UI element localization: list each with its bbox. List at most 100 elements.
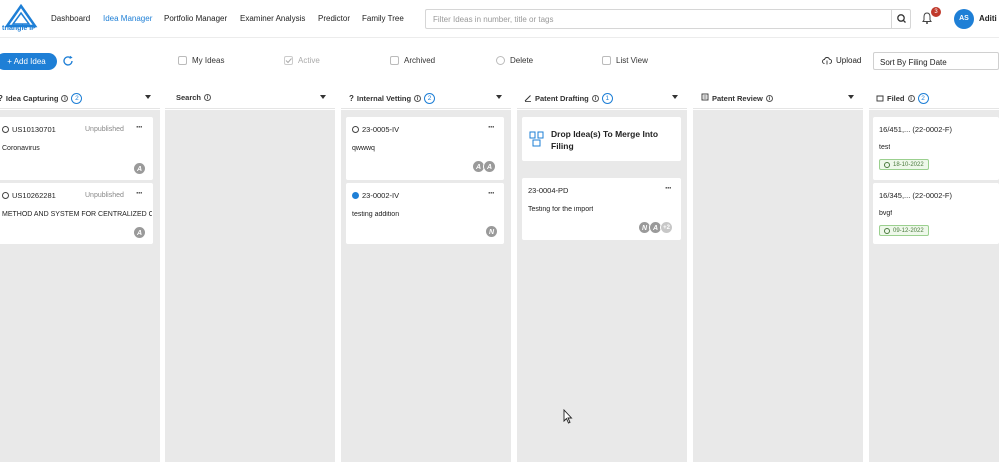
status-icon: [2, 192, 9, 199]
filter-delete[interactable]: Delete: [496, 56, 533, 65]
search-box[interactable]: Filter Ideas in number, title or tags: [425, 9, 911, 29]
column-title: Search: [176, 93, 202, 102]
more-options-icon[interactable]: ···: [136, 122, 143, 132]
info-icon[interactable]: i: [414, 95, 422, 102]
lane-filed[interactable]: 16/451,... (22-0002-F) test 18-10-2022 1…: [869, 110, 999, 462]
card-id: 23-0005-IV: [362, 125, 400, 134]
filter-label: Active: [298, 56, 320, 65]
lane-idea-capturing[interactable]: US10130701 Unpublished ··· Coronavirus A…: [0, 110, 160, 462]
search-input[interactable]: Filter Ideas in number, title or tags: [433, 15, 554, 24]
refresh-icon[interactable]: [62, 55, 74, 67]
column-header-patent-review: Patent Review i: [693, 85, 863, 109]
idea-card[interactable]: 16/345,... (22-0002-F) bvgf 09-12-2022: [873, 183, 999, 244]
filter-active[interactable]: Active: [284, 56, 320, 65]
filter-archived[interactable]: Archived: [390, 56, 435, 65]
chevron-down-icon[interactable]: [672, 95, 678, 99]
lane-internal-vetting[interactable]: 23-0005-IV ··· qwwwq A A 23-0002-IV ··· …: [341, 110, 511, 462]
chevron-down-icon[interactable]: [320, 95, 326, 99]
merge-icon: [529, 131, 544, 147]
drop-zone-label: Drop Idea(s) To Merge Into Filing: [551, 129, 659, 151]
idea-card[interactable]: US10262281 Unpublished ··· METHOD AND SY…: [0, 183, 153, 244]
radio-icon[interactable]: [496, 56, 505, 65]
nav-idea-manager[interactable]: Idea Manager: [103, 14, 152, 23]
archive-icon: [876, 94, 884, 104]
checkbox-icon[interactable]: [602, 56, 611, 65]
sort-select[interactable]: Sort By Filing Date: [873, 52, 999, 70]
column-title: Idea Capturing: [5, 94, 59, 103]
cloud-upload-icon: [822, 57, 832, 65]
card-title: test: [879, 144, 891, 151]
idea-card[interactable]: 23-0004-PD ··· Testing for the import N …: [522, 178, 681, 240]
idea-card[interactable]: 23-0005-IV ··· qwwwq A A: [346, 117, 504, 180]
status-icon: [2, 126, 9, 133]
idea-card[interactable]: US10130701 Unpublished ··· Coronavirus A: [0, 117, 153, 180]
filing-date-badge: 18-10-2022: [879, 159, 929, 170]
filter-my-ideas[interactable]: My Ideas: [178, 56, 224, 65]
card-id: 16/345,... (22-0002-F): [879, 191, 952, 200]
column-title: Patent Drafting: [535, 94, 589, 103]
column-count-badge: 1: [601, 93, 613, 104]
add-idea-button[interactable]: + Add Idea: [0, 53, 57, 70]
column-header-search: Search i: [165, 85, 335, 109]
nav-family-tree[interactable]: Family Tree: [362, 14, 404, 23]
upload-button[interactable]: Upload: [822, 56, 861, 65]
nav-dashboard[interactable]: Dashboard: [51, 14, 90, 23]
nav-examiner-analysis[interactable]: Examiner Analysis: [240, 14, 305, 23]
filing-date-badge: 09-12-2022: [879, 225, 929, 236]
card-id: US10130701: [12, 125, 56, 134]
review-icon: [701, 93, 709, 103]
more-options-icon[interactable]: ···: [665, 183, 672, 193]
more-options-icon[interactable]: ···: [136, 188, 143, 198]
chevron-down-icon[interactable]: [496, 95, 502, 99]
filter-label: Archived: [404, 56, 436, 65]
assignee-avatar[interactable]: A: [483, 160, 496, 173]
more-options-icon[interactable]: ···: [488, 188, 495, 198]
filing-date: 09-12-2022: [893, 227, 924, 234]
chevron-down-icon[interactable]: [145, 95, 151, 99]
info-icon[interactable]: i: [765, 94, 773, 102]
more-assignees-badge[interactable]: +2: [660, 221, 673, 234]
nav-portfolio-manager[interactable]: Portfolio Manager: [164, 14, 227, 23]
card-id: 23-0002-IV: [362, 191, 400, 200]
column-header-filed: Filed i 2: [869, 85, 999, 109]
upload-label: Upload: [836, 56, 862, 65]
more-options-icon[interactable]: ···: [488, 122, 495, 132]
checked-checkbox-icon[interactable]: [284, 56, 293, 65]
user-avatar[interactable]: AS: [954, 9, 974, 29]
info-icon[interactable]: i: [204, 94, 212, 101]
clock-icon: [884, 161, 890, 168]
assignee-avatar[interactable]: N: [485, 225, 498, 238]
chevron-down-icon[interactable]: [848, 95, 854, 99]
filter-list-view[interactable]: List View: [602, 56, 648, 65]
column-count-badge: 2: [424, 93, 436, 104]
column-count-badge: 2: [917, 93, 929, 104]
card-title: METHOD AND SYSTEM FOR CENTRALIZED ORDE..…: [2, 211, 152, 218]
column-header-idea-capturing: ? Idea Capturing i 2: [0, 85, 160, 109]
assignee-avatar[interactable]: A: [133, 226, 146, 239]
search-button[interactable]: [891, 10, 910, 28]
nav-predictor[interactable]: Predictor: [318, 14, 350, 23]
checkbox-icon[interactable]: [178, 56, 187, 65]
card-title: qwwwq: [352, 145, 375, 152]
idea-card[interactable]: 16/451,... (22-0002-F) test 18-10-2022: [873, 117, 999, 180]
column-title: Internal Vetting: [356, 94, 412, 103]
lane-patent-review[interactable]: [693, 110, 863, 462]
drop-zone[interactable]: Drop Idea(s) To Merge Into Filing: [522, 117, 681, 161]
lane-search[interactable]: [165, 110, 335, 462]
question-icon: ?: [349, 94, 354, 103]
column-count-badge: 2: [71, 93, 83, 104]
card-id: 16/451,... (22-0002-F): [879, 125, 952, 134]
info-icon[interactable]: i: [907, 95, 915, 102]
assignee-avatar[interactable]: A: [133, 162, 146, 175]
info-icon[interactable]: i: [591, 95, 599, 102]
question-icon: ?: [0, 94, 3, 103]
idea-card[interactable]: 23-0002-IV ··· testing addition N: [346, 183, 504, 244]
column-header-patent-drafting: Patent Drafting i 1: [517, 85, 687, 109]
card-title: bvgf: [879, 210, 893, 217]
notification-badge: 3: [931, 7, 941, 17]
checkbox-icon[interactable]: [390, 56, 399, 65]
logo-text: triangle IP: [2, 25, 36, 32]
lane-patent-drafting[interactable]: Drop Idea(s) To Merge Into Filing 23-000…: [517, 110, 687, 462]
info-icon[interactable]: i: [61, 95, 69, 102]
user-name[interactable]: Aditi S: [979, 14, 999, 23]
